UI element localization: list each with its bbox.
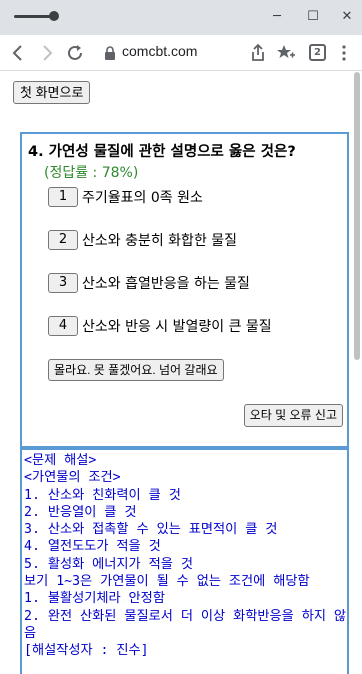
option-1-text: 주기율표의 0족 원소 (82, 190, 203, 206)
explanation-line: 5. 활성화 에너지가 적을 것 (24, 556, 193, 572)
address-bar[interactable]: comcbt.com (122, 43, 197, 59)
tab-strip-slider-icon[interactable] (14, 11, 59, 21)
explanation-line: 1. 산소와 친화력이 클 것 (24, 487, 181, 503)
scrollbar[interactable] (354, 72, 360, 360)
explanation-author: [해설작성자 : 진수] (24, 643, 149, 659)
option-1[interactable]: 1 주기율표의 0족 원소 (48, 187, 203, 207)
reload-icon[interactable] (64, 42, 86, 64)
explanation-box: <문제 해설> <가연물의 조건> 1. 산소와 친화력이 클 것 2. 반응열… (20, 448, 349, 674)
report-error-button[interactable]: 오타 및 오류 신고 (243, 404, 343, 427)
bookmark-icon[interactable] (276, 43, 296, 63)
back-icon[interactable] (7, 42, 29, 64)
browser-toolbar: comcbt.com 2 (0, 35, 362, 71)
maximize-button[interactable]: ☐ (304, 8, 322, 26)
explanation-line: 보기 1~3은 가연물이 될 수 없는 조건에 해당함 (24, 574, 310, 590)
explanation-line: <가연물의 조건> (24, 470, 121, 486)
option-4[interactable]: 4 산소와 반응 시 발열량이 큰 물질 (48, 316, 272, 336)
browser-titlebar: ─ ☐ ✕ (0, 0, 362, 35)
minimize-button[interactable]: ─ (268, 8, 286, 26)
option-4-text: 산소와 반응 시 발열량이 큰 물질 (82, 319, 272, 335)
menu-icon[interactable] (334, 43, 354, 63)
share-icon[interactable] (248, 43, 268, 63)
explanation-line: 3. 산소와 접촉할 수 있는 표면적이 클 것 (24, 522, 278, 538)
explanation-line: 2. 반응열이 클 것 (24, 504, 137, 520)
question-box: 4. 가연성 물질에 관한 설명으로 옳은 것은? (정답률 : 78%) 1 … (20, 132, 349, 448)
explanation-line: 4. 열전도도가 적을 것 (24, 539, 161, 555)
option-4-button[interactable]: 4 (48, 316, 78, 336)
option-2[interactable]: 2 산소와 충분히 화합한 물질 (48, 230, 237, 250)
option-2-button[interactable]: 2 (48, 230, 78, 250)
option-3-button[interactable]: 3 (48, 273, 78, 293)
tab-count-icon[interactable]: 2 (309, 44, 326, 61)
correct-rate: (정답률 : 78%) (44, 165, 139, 181)
lock-icon[interactable] (104, 45, 116, 60)
explanation-line: 2. 완전 산화된 물질로서 더 이상 화학반응을 하지 않음 (24, 608, 347, 641)
forward-icon[interactable] (36, 42, 58, 64)
option-3-text: 산소와 흡열반응을 하는 물질 (82, 276, 250, 292)
page-content: 첫 화면으로 4. 가연성 물질에 관한 설명으로 옳은 것은? (정답률 : … (0, 72, 362, 674)
close-button[interactable]: ✕ (338, 8, 356, 26)
explanation-line: 1. 불활성기체라 안정함 (24, 591, 165, 607)
option-1-button[interactable]: 1 (48, 187, 78, 207)
option-2-text: 산소와 충분히 화합한 물질 (82, 233, 238, 249)
home-button[interactable]: 첫 화면으로 (13, 81, 91, 104)
option-3[interactable]: 3 산소와 흡열반응을 하는 물질 (48, 273, 250, 293)
skip-button[interactable]: 몰라요. 못 풀겠어요. 넘어 갈래요 (48, 359, 224, 381)
explanation-header: <문제 해설> (24, 453, 97, 468)
question-title: 4. 가연성 물질에 관한 설명으로 옳은 것은? (28, 144, 296, 160)
